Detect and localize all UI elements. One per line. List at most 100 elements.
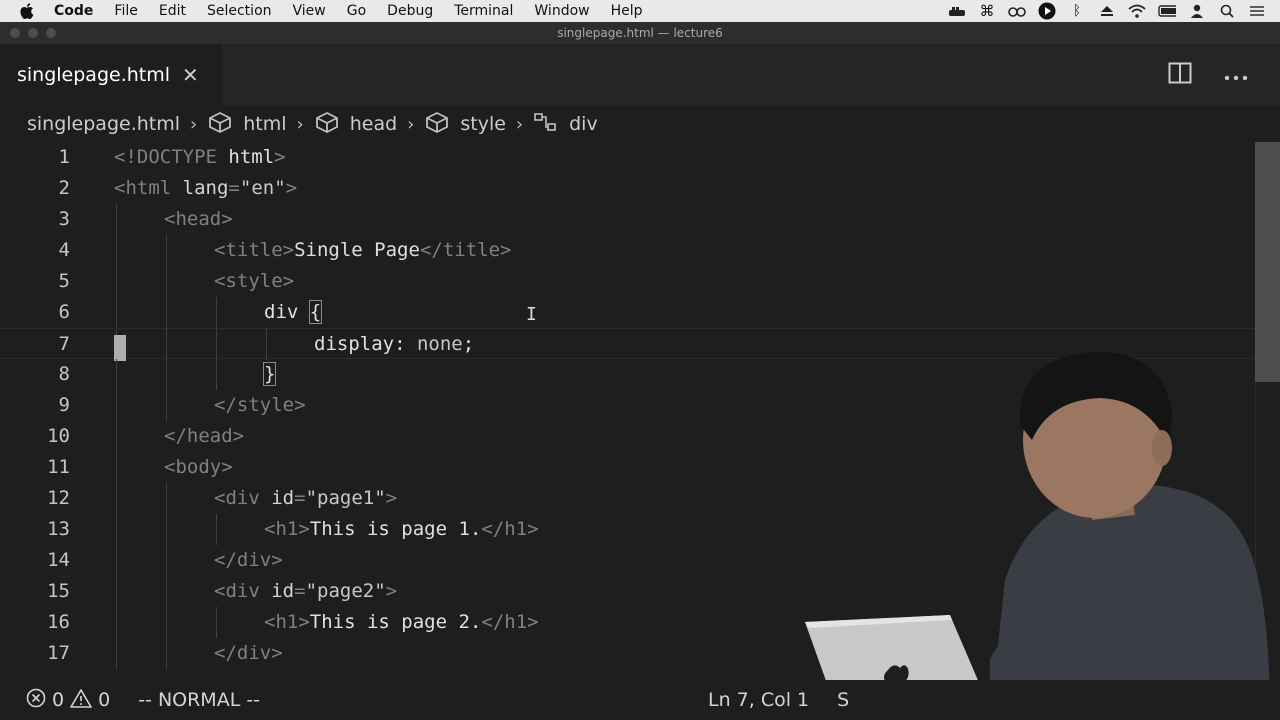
code-token: </ <box>214 642 237 664</box>
code-text: <title>Single Page</title> <box>214 235 512 266</box>
more-actions-icon[interactable] <box>1224 66 1248 85</box>
indent-guide <box>166 514 167 545</box>
menu-debug[interactable]: Debug <box>387 0 433 22</box>
indent-guide <box>166 545 167 576</box>
indent-guide <box>166 638 167 669</box>
apple-icon[interactable] <box>20 3 38 19</box>
chevron-right-icon: › <box>407 113 415 135</box>
breadcrumb-html[interactable]: html <box>207 111 287 138</box>
code-token: < <box>214 270 226 292</box>
menu-edit[interactable]: Edit <box>159 0 186 22</box>
breadcrumb-label: div <box>569 113 598 135</box>
indent-guide <box>116 638 117 669</box>
code-token: > <box>282 239 295 261</box>
menu-file[interactable]: File <box>114 0 137 22</box>
glasses-icon[interactable] <box>1008 3 1026 19</box>
editor-tab-singlepage[interactable]: singlepage.html ✕ <box>0 44 222 106</box>
code-token: none <box>416 333 463 355</box>
code-token: > <box>527 611 539 633</box>
line-number: 7 <box>58 333 70 355</box>
code-token: "page2" <box>305 580 386 602</box>
menu-terminal[interactable]: Terminal <box>454 0 513 22</box>
line-number: 17 <box>47 642 70 664</box>
menu-selection[interactable]: Selection <box>207 0 272 22</box>
code-token: html <box>216 146 275 168</box>
code-line[interactable]: 5 <style> <box>0 266 1255 297</box>
menu-window[interactable]: Window <box>534 0 589 22</box>
status-bar: 0 0 -- NORMAL -- Ln 7, Col 1 S <box>0 680 1280 720</box>
code-token: </ <box>481 518 505 540</box>
search-icon[interactable] <box>1218 3 1236 19</box>
user-icon[interactable] <box>1188 3 1206 19</box>
close-window-button[interactable] <box>10 28 20 38</box>
battery-icon[interactable] <box>1158 3 1176 19</box>
code-token: head <box>175 208 222 230</box>
vim-mode: -- NORMAL -- <box>138 689 261 711</box>
code-token: > <box>271 549 283 571</box>
code-token: body <box>175 456 222 478</box>
breadcrumb-label: head <box>349 113 398 135</box>
eject-icon[interactable] <box>1098 3 1116 19</box>
menu-help[interactable]: Help <box>611 0 643 22</box>
indentation-status[interactable]: S <box>837 689 849 711</box>
maximize-window-button[interactable] <box>46 28 56 38</box>
breadcrumb-style[interactable]: style <box>424 111 506 138</box>
command-icon[interactable]: ⌘ <box>978 2 996 20</box>
code-line[interactable]: 1 <!DOCTYPE html> <box>0 142 1255 173</box>
code-text: <h1>This is page 2.</h1> <box>264 607 539 638</box>
code-token: h1 <box>504 518 528 540</box>
code-token: > <box>274 146 286 168</box>
code-token: ; <box>462 333 475 355</box>
docker-icon[interactable] <box>948 3 966 19</box>
play-circle-icon[interactable] <box>1038 2 1056 20</box>
line-number: 8 <box>58 363 70 385</box>
code-line[interactable]: 6 div { <box>0 297 1255 328</box>
code-text: </div> <box>214 638 283 669</box>
code-line[interactable]: 2 <html lang="en"> <box>0 173 1255 204</box>
wifi-icon[interactable] <box>1128 3 1146 19</box>
code-token: <! <box>114 146 137 168</box>
code-text: </head> <box>164 421 244 452</box>
code-token: : <box>394 333 417 355</box>
code-token: h1 <box>504 611 528 633</box>
error-count: 0 <box>52 689 65 711</box>
minimize-window-button[interactable] <box>28 28 38 38</box>
indent-guide <box>166 607 167 638</box>
menu-app-code[interactable]: Code <box>54 0 93 22</box>
code-token: > <box>527 518 539 540</box>
window-title: singlepage.html — lecture6 <box>557 26 723 40</box>
line-number: 5 <box>58 270 70 292</box>
code-text: <div id="page2"> <box>214 576 397 607</box>
code-token: display <box>314 333 395 355</box>
breadcrumb-div[interactable]: div <box>533 111 598 138</box>
indent-guide <box>116 607 117 638</box>
indent-guide <box>116 545 117 576</box>
breadcrumb-file[interactable]: singlepage.html <box>27 113 180 135</box>
split-editor-icon[interactable] <box>1168 62 1192 88</box>
code-token: = <box>294 487 306 509</box>
menu-go[interactable]: Go <box>347 0 366 22</box>
code-line[interactable]: 4 <title>Single Page</title> <box>0 235 1255 266</box>
code-token: > <box>285 177 298 199</box>
code-token: < <box>214 487 226 509</box>
close-icon[interactable]: ✕ <box>182 63 199 87</box>
window-controls <box>10 28 56 38</box>
code-text: <h1>This is page 1.</h1> <box>264 514 539 545</box>
breadcrumb-head[interactable]: head <box>314 111 397 138</box>
indent-guide <box>116 421 117 452</box>
menu-view[interactable]: View <box>293 0 326 22</box>
indent-guide <box>116 390 117 421</box>
code-token: > <box>294 394 306 416</box>
line-number: 13 <box>47 518 70 540</box>
error-icon <box>26 688 46 713</box>
code-token: < <box>164 456 176 478</box>
cursor-position[interactable]: Ln 7, Col 1 <box>708 689 809 711</box>
problems-indicator[interactable]: 0 0 <box>26 688 110 713</box>
bluetooth-icon[interactable]: ᛒ <box>1068 3 1086 19</box>
list-icon[interactable] <box>1248 3 1266 19</box>
indent-guide <box>116 514 117 545</box>
code-line[interactable]: 3 <head> <box>0 204 1255 235</box>
code-token: </ <box>214 549 237 571</box>
code-token: > <box>385 580 398 602</box>
code-token: div <box>236 642 272 664</box>
